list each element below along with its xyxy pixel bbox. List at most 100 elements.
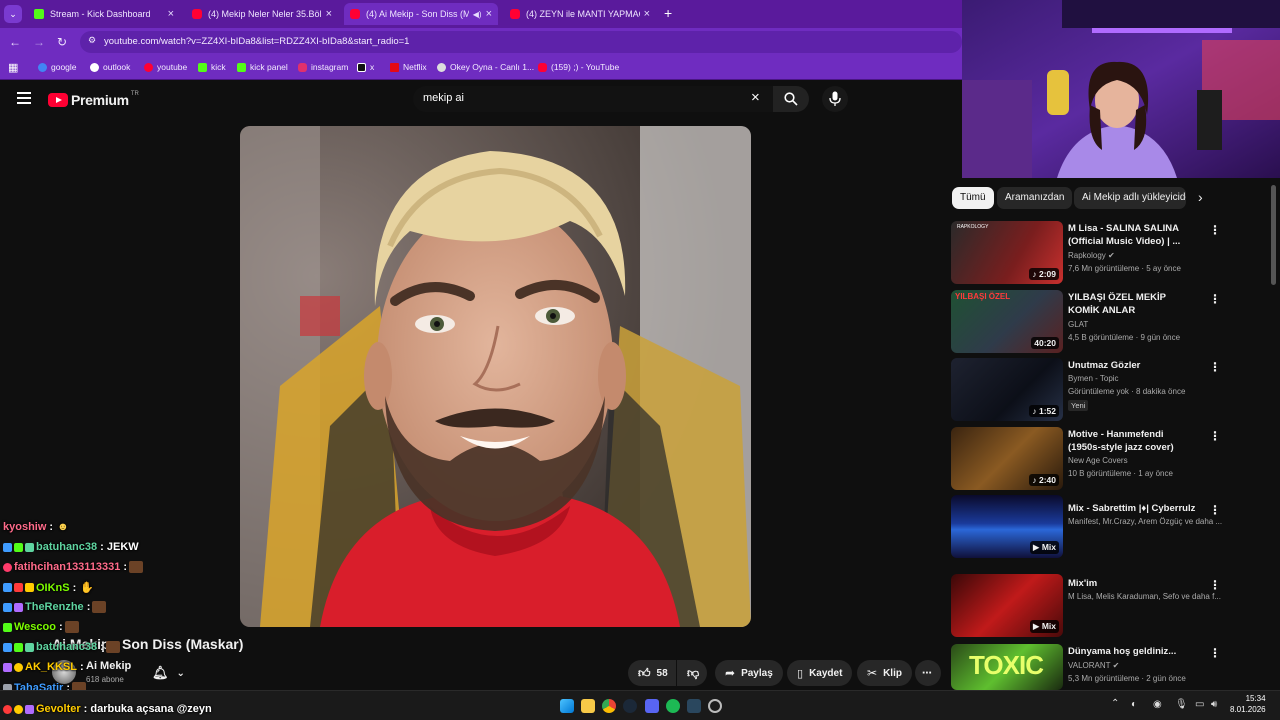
recommendation-item[interactable]: ▶ Mix Mix'im M Lisa, Melis Karaduman, Se… — [951, 574, 1231, 638]
channel-name[interactable]: New Age Covers — [1068, 456, 1128, 465]
channel-name-link[interactable]: Ai Mekip — [86, 660, 131, 672]
dislike-button[interactable]: 👎︎ — [677, 660, 707, 686]
video-thumbnail[interactable]: ▶ Mix — [951, 495, 1063, 558]
more-horizontal-icon: ⋯ — [922, 667, 932, 679]
video-title[interactable]: Dünyama hoş geldiniz... — [1068, 645, 1196, 658]
bookmark-youtube[interactable]: youtube — [144, 62, 187, 72]
video-title[interactable]: Mix'im — [1068, 577, 1196, 590]
steam-icon[interactable] — [623, 699, 637, 713]
reload-icon[interactable]: ↻ — [57, 35, 67, 49]
bookmark-kick[interactable]: kick — [198, 62, 226, 72]
apps-grid-icon[interactable]: ▦ — [8, 61, 18, 74]
tab-kick-dashboard[interactable]: Stream - Kick Dashboard × — [28, 3, 180, 25]
video-thumbnail[interactable]: TOXIC — [951, 644, 1063, 690]
like-button[interactable]: 👍︎ 58 — [628, 660, 676, 686]
start-windows-icon[interactable] — [560, 699, 574, 713]
chip-all[interactable]: Tümü — [952, 187, 994, 209]
close-tab-icon[interactable]: × — [168, 8, 174, 20]
chrome-icon[interactable] — [602, 699, 616, 713]
more-options-icon[interactable]: ⋮ — [1209, 503, 1221, 517]
tray-discord-icon[interactable]: ◐ — [1131, 699, 1137, 710]
menu-hamburger-icon[interactable] — [17, 92, 31, 104]
page-scrollbar[interactable] — [1271, 185, 1276, 285]
bookmark-x[interactable]: x — [357, 62, 374, 72]
bookmark-instagram[interactable]: instagram — [298, 62, 348, 72]
clear-search-icon[interactable]: × — [751, 89, 760, 106]
channel-name[interactable]: Bymen - Topic — [1068, 374, 1119, 383]
bookmark-youtube-159[interactable]: (159) ;) - YouTube — [538, 62, 619, 72]
tab-zeyn-manti[interactable]: (4) ZEYN ile MANTI YAPMACA | × — [504, 3, 656, 25]
bookmark-okey[interactable]: Okey Oyna - Canlı 1... — [437, 62, 534, 72]
recommendation-item[interactable]: ♪ 2:40 Motive - Hanımefendi (1950s-style… — [951, 427, 1231, 491]
video-thumbnail[interactable]: RAPKOLOGY ♪ 2:09 — [951, 221, 1063, 284]
tab-ai-mekip-son-diss[interactable]: (4) Ai Mekip - Son Diss (Ma ◀) × — [344, 3, 498, 25]
recommendation-item[interactable]: YILBAŞI ÖZEL 40:20 YILBAŞI ÖZEL MEKİP KO… — [951, 290, 1231, 354]
tab-mekip-neler[interactable]: (4) Mekip Neler Neler 35.Bölüm × — [186, 3, 338, 25]
video-title[interactable]: YILBAŞI ÖZEL MEKİP KOMİK ANLAR — [1068, 291, 1196, 317]
chip-from-search[interactable]: Aramanızdan — [997, 187, 1073, 209]
spotify-icon[interactable] — [666, 699, 680, 713]
youtube-logo-icon — [48, 93, 68, 107]
share-button[interactable]: ➦ Paylaş — [715, 660, 783, 686]
forward-icon[interactable]: → — [33, 35, 45, 49]
youtube-premium-logo[interactable]: Premium TR — [48, 91, 139, 108]
search-button[interactable] — [773, 86, 809, 112]
more-options-icon[interactable]: ⋮ — [1209, 646, 1221, 660]
taskbar-clock[interactable]: 15:34 8.01.2026 — [1230, 693, 1266, 715]
channel-name[interactable]: M Lisa, Melis Karaduman, Sefo ve daha f.… — [1068, 592, 1221, 601]
discord-icon[interactable] — [645, 699, 659, 713]
bookmark-google[interactable]: google — [38, 62, 77, 72]
tab-list-dropdown-button[interactable]: ⌄ — [4, 5, 22, 23]
channel-name[interactable]: GLAT — [1068, 320, 1088, 329]
new-tab-button[interactable]: + — [664, 5, 672, 21]
tray-steam-icon[interactable]: ◉ — [1153, 699, 1162, 710]
bookmark-kick-panel[interactable]: kick panel — [237, 62, 288, 72]
channel-name[interactable]: Rapkology ✔ — [1068, 251, 1115, 260]
clip-button[interactable]: ✂ Klip — [857, 660, 912, 686]
bookmark-netflix[interactable]: Netflix — [390, 62, 427, 72]
tray-chevron-up-icon[interactable]: ⌃ — [1111, 698, 1119, 709]
recommendation-item[interactable]: ▶ Mix Mix - Sabrettim |♦| Cyberrulz Mani… — [951, 495, 1231, 559]
more-options-icon[interactable]: ⋮ — [1209, 360, 1221, 374]
close-tab-icon[interactable]: × — [326, 8, 332, 20]
close-tab-icon[interactable]: × — [644, 8, 650, 20]
site-info-icon[interactable]: ⚙ — [88, 35, 96, 46]
video-thumbnail[interactable]: ▶ Mix — [951, 574, 1063, 637]
close-tab-icon[interactable]: × — [486, 8, 492, 20]
video-title[interactable]: Mix - Sabrettim |♦| Cyberrulz — [1068, 502, 1196, 515]
more-options-icon[interactable]: ⋮ — [1209, 578, 1221, 592]
more-options-icon[interactable]: ⋮ — [1209, 223, 1221, 237]
more-options-icon[interactable]: ⋮ — [1209, 429, 1221, 443]
notification-bell-button[interactable]: 🔔︎ ⌄ — [142, 660, 194, 686]
channel-name[interactable]: VALORANT ✔ — [1068, 661, 1119, 670]
search-input[interactable]: mekip ai × — [413, 86, 773, 112]
video-title[interactable]: Unutmaz Gözler — [1068, 359, 1196, 372]
more-options-icon[interactable]: ⋮ — [1209, 292, 1221, 306]
tray-volume-icon[interactable]: 🔊︎ — [1211, 699, 1217, 710]
video-player[interactable] — [240, 126, 751, 627]
app-icon[interactable] — [708, 699, 722, 713]
chat-username: TheRenzhe — [25, 601, 84, 613]
video-thumbnail[interactable]: ♪ 2:40 — [951, 427, 1063, 490]
address-bar[interactable]: ⚙ youtube.com/watch?v=ZZ4XI-bIDa8&list=R… — [80, 31, 962, 53]
back-icon[interactable]: ← — [9, 35, 21, 49]
channel-name[interactable]: Manifest, Mr.Crazy, Arem Özgüç ve daha .… — [1068, 517, 1222, 526]
video-title[interactable]: Motive - Hanımefendi (1950s-style jazz c… — [1068, 428, 1196, 454]
video-thumbnail[interactable]: YILBAŞI ÖZEL 40:20 — [951, 290, 1063, 353]
video-title[interactable]: M Lisa - SALINA SALINA (Official Music V… — [1068, 222, 1196, 248]
chip-uploader[interactable]: Ai Mekip adlı yükleyicide — [1074, 187, 1186, 209]
bookmark-outlook[interactable]: outlook — [90, 62, 130, 72]
steam-running-icon[interactable] — [687, 699, 701, 713]
more-actions-button[interactable]: ⋯ — [915, 660, 941, 686]
country-code: TR — [130, 91, 139, 97]
save-button[interactable]: ▯ Kaydet — [787, 660, 853, 686]
video-thumbnail[interactable]: ♪ 1:52 — [951, 358, 1063, 421]
file-explorer-icon[interactable] — [581, 699, 595, 713]
recommendation-item[interactable]: ♪ 1:52 Unutmaz Gözler Bymen - Topic Görü… — [951, 358, 1231, 422]
speaker-icon[interactable]: ◀) — [473, 10, 482, 19]
tray-network-icon[interactable]: ▭ — [1195, 699, 1204, 710]
tray-microphone-icon[interactable]: 🎙︎ — [1175, 699, 1188, 710]
voice-search-button[interactable] — [822, 86, 848, 112]
recommendation-item[interactable]: RAPKOLOGY ♪ 2:09 M Lisa - SALINA SALINA … — [951, 221, 1231, 285]
chips-next-chevron-icon[interactable]: › — [1198, 189, 1203, 205]
